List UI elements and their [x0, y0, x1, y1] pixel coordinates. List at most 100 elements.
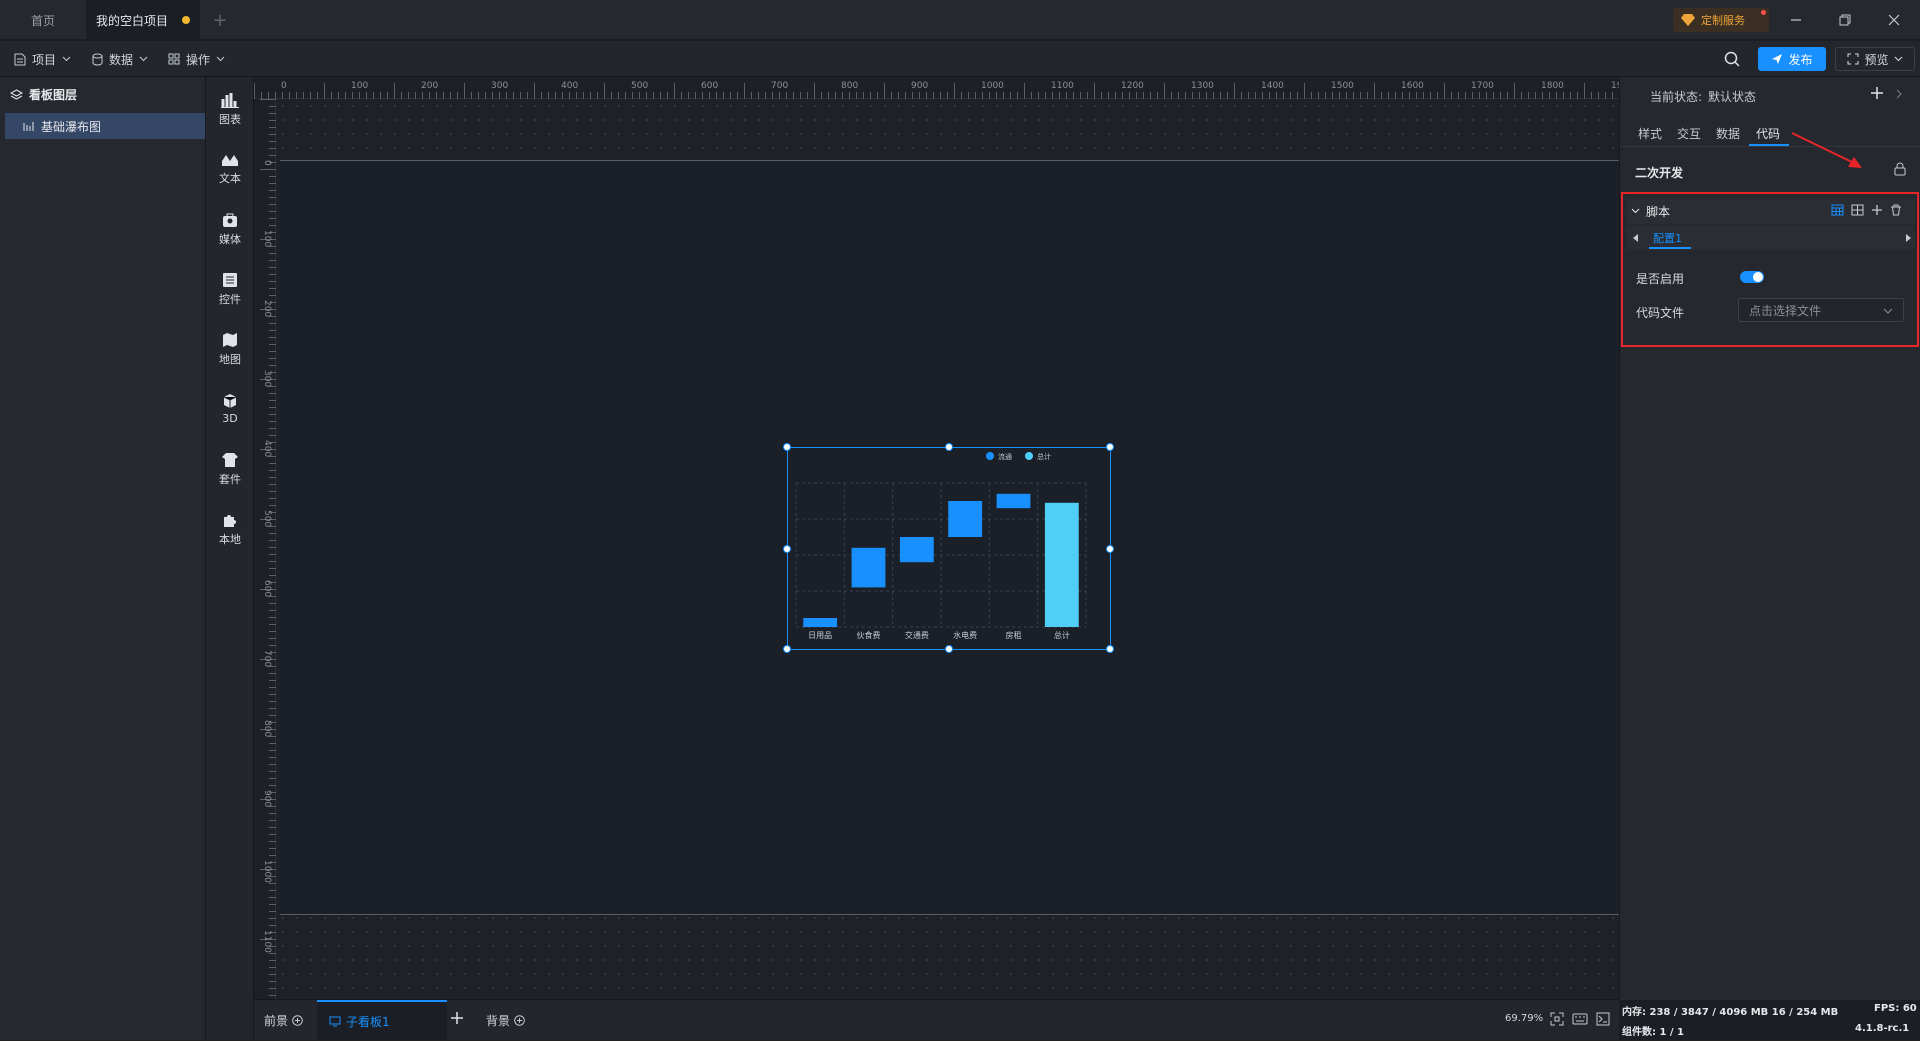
- resize-handle-bottom[interactable]: [945, 645, 953, 653]
- x-tick-label: 日用品: [808, 631, 832, 640]
- component-chart[interactable]: 图表: [206, 81, 254, 137]
- layers-header: 看板图层: [10, 86, 77, 103]
- menu-project[interactable]: 项目: [14, 41, 71, 77]
- code-file-placeholder: 点击选择文件: [1749, 303, 1822, 318]
- state-label: 当前状态:: [1650, 90, 1703, 104]
- add-script-button[interactable]: [1871, 204, 1883, 219]
- legend-marker: [986, 452, 994, 460]
- diamond-icon: [1681, 14, 1695, 26]
- ruler-label: 900: [911, 81, 928, 91]
- cube-icon: [223, 394, 237, 408]
- waterfall-chart-component[interactable]: 日用品 伙食费 交通费 水电费 房租 总计 流通 总计: [783, 443, 1114, 653]
- layer-item[interactable]: 基础瀑布图: [5, 113, 205, 139]
- background-tab[interactable]: 背景: [486, 1012, 525, 1029]
- component-local[interactable]: 本地: [206, 501, 254, 557]
- ruler-label: 500: [631, 81, 648, 91]
- add-tab-label: +: [212, 9, 228, 31]
- resize-handle-left[interactable]: [783, 545, 791, 553]
- ruler-label: 1000: [981, 81, 1004, 91]
- ruler-label: 1100: [262, 930, 272, 953]
- ruler-vertical[interactable]: 0 100 200 300 400 500 600 700 800 900 1000 1100: [254, 99, 276, 999]
- terminal-icon[interactable]: [1596, 1012, 1610, 1029]
- publish-button[interactable]: 发布: [1758, 47, 1826, 71]
- monitor-icon: [329, 1016, 341, 1027]
- lock-icon[interactable]: [1894, 162, 1906, 179]
- add-state-button[interactable]: [1870, 86, 1884, 103]
- tab-interaction[interactable]: 交互: [1677, 125, 1701, 142]
- fit-screen-icon[interactable]: [1550, 1012, 1564, 1029]
- caret-right-icon[interactable]: [1905, 234, 1911, 242]
- component-kit[interactable]: 套件: [206, 441, 254, 497]
- config-tabs: 配置1: [1627, 226, 1915, 250]
- caret-left-icon[interactable]: [1633, 234, 1639, 242]
- component-3d[interactable]: 3D: [206, 381, 254, 437]
- ruler-label: 800: [841, 81, 858, 91]
- notification-dot-icon: [1761, 10, 1766, 15]
- tab-home[interactable]: 首页: [0, 0, 86, 40]
- ruler-label: 1300: [1191, 81, 1214, 91]
- keyboard-icon[interactable]: [1572, 1013, 1588, 1028]
- tab-code[interactable]: 代码: [1756, 125, 1780, 142]
- chevron-right-icon[interactable]: [1895, 88, 1903, 102]
- add-board-button[interactable]: [450, 1011, 464, 1028]
- file-icon: [14, 53, 26, 65]
- layers-title: 看板图层: [29, 88, 78, 102]
- resize-handle-right[interactable]: [1106, 545, 1114, 553]
- state-row[interactable]: 当前状态: 默认状态: [1650, 88, 1756, 105]
- legend-label: 流通: [998, 452, 1012, 461]
- search-icon[interactable]: [1724, 51, 1740, 70]
- tab-data[interactable]: 数据: [1716, 125, 1740, 142]
- background-label: 背景: [486, 1014, 511, 1028]
- config-tab-1[interactable]: 配置1: [1653, 230, 1682, 246]
- chevron-down-icon: [62, 56, 71, 62]
- menu-data[interactable]: 数据: [92, 41, 148, 77]
- resize-handle-top[interactable]: [945, 443, 953, 451]
- ruler-horizontal[interactable]: 0 100 200 300 400 500 600 700 800 900 1000 1100 1200…: [254, 77, 1634, 99]
- resize-handle-top-left[interactable]: [783, 443, 791, 451]
- status-bar: 内存: 238 / 3847 / 4096 MB 16 / 254 MB FPS…: [1619, 1000, 1920, 1040]
- component-media[interactable]: 媒体: [206, 201, 254, 257]
- preview-button[interactable]: 预览: [1835, 47, 1915, 71]
- resize-handle-bottom-right[interactable]: [1106, 645, 1114, 653]
- restore-icon[interactable]: [1837, 12, 1853, 28]
- fps-status: FPS: 60: [1874, 1003, 1917, 1014]
- resize-handle-top-right[interactable]: [1106, 443, 1114, 451]
- add-circle-icon[interactable]: [292, 1015, 303, 1026]
- component-local-label: 本地: [219, 532, 241, 546]
- puzzle-icon: [224, 514, 236, 527]
- memory-status: 内存: 238 / 3847 / 4096 MB 16 / 254 MB: [1622, 1007, 1839, 1018]
- ruler-label: 1200: [1121, 81, 1144, 91]
- resize-handle-bottom-left[interactable]: [783, 645, 791, 653]
- menu-operation[interactable]: 操作: [168, 41, 225, 77]
- chevron-down-icon: [1883, 308, 1893, 314]
- add-tab-button[interactable]: +: [206, 0, 234, 40]
- waterfall-chart-icon: [23, 121, 34, 131]
- delete-icon[interactable]: [1890, 204, 1902, 219]
- code-file-select[interactable]: 点击选择文件: [1738, 298, 1904, 322]
- component-text[interactable]: 文本: [206, 141, 254, 197]
- enabled-toggle[interactable]: [1740, 271, 1764, 283]
- state-value: 默认状态: [1708, 90, 1757, 104]
- fullscreen-icon: [1847, 53, 1859, 65]
- custom-service-button[interactable]: 定制服务: [1673, 8, 1769, 32]
- chevron-down-icon: [1631, 208, 1640, 214]
- subboard-tab[interactable]: 子看板1: [317, 1000, 447, 1041]
- kit-icon: [222, 452, 238, 467]
- ruler-label: 1100: [1051, 81, 1074, 91]
- minimize-icon[interactable]: [1788, 12, 1804, 28]
- table-layout-icon[interactable]: [1831, 204, 1844, 219]
- tab-project[interactable]: 我的空白项目: [86, 0, 200, 40]
- ruler-label: 1000: [262, 860, 272, 883]
- close-icon[interactable]: [1886, 12, 1902, 28]
- component-control[interactable]: 控件: [206, 261, 254, 317]
- component-media-label: 媒体: [219, 232, 241, 246]
- ruler-label: 500: [262, 510, 272, 527]
- tab-style[interactable]: 样式: [1638, 125, 1662, 142]
- zoom-level[interactable]: 69.79%: [1505, 1013, 1543, 1024]
- preview-label: 预览: [1864, 52, 1889, 67]
- add-circle-icon[interactable]: [514, 1015, 525, 1026]
- ruler-label: 1800: [1541, 81, 1564, 91]
- foreground-tab[interactable]: 前景: [264, 1012, 303, 1029]
- grid-layout-icon[interactable]: [1851, 204, 1864, 219]
- component-map[interactable]: 地图: [206, 321, 254, 377]
